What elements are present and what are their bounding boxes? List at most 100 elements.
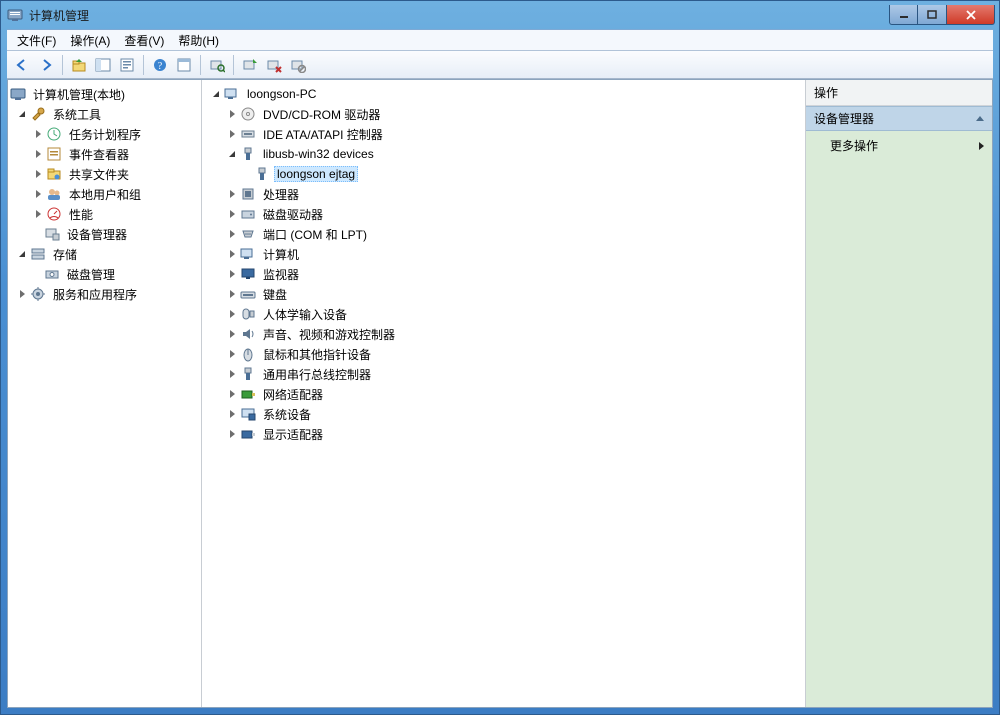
expander-icon[interactable]: [226, 388, 238, 400]
dev-libusb[interactable]: libusb-win32 devices: [202, 144, 805, 164]
forward-button[interactable]: [35, 54, 57, 76]
tree-root[interactable]: 计算机管理(本地): [8, 84, 201, 104]
expander-icon[interactable]: [226, 248, 238, 260]
expander-icon[interactable]: [226, 348, 238, 360]
close-button[interactable]: [947, 5, 995, 25]
disable-button[interactable]: [287, 54, 309, 76]
expander-icon[interactable]: [32, 148, 44, 160]
expander-icon[interactable]: [226, 208, 238, 220]
dev-hid[interactable]: 人体学输入设备: [202, 304, 805, 324]
properties-button[interactable]: [116, 54, 138, 76]
submenu-arrow-icon: [979, 142, 984, 150]
dev-mouse[interactable]: 鼠标和其他指针设备: [202, 344, 805, 364]
scan-hardware-button[interactable]: [206, 54, 228, 76]
actions-header: 操作: [806, 80, 992, 106]
menu-action[interactable]: 操作(A): [64, 30, 116, 51]
dev-monitor[interactable]: 监视器: [202, 264, 805, 284]
menu-file[interactable]: 文件(F): [11, 30, 62, 51]
dev-ide[interactable]: IDE ATA/ATAPI 控制器: [202, 124, 805, 144]
tree-system-tools[interactable]: 系统工具: [8, 104, 201, 124]
console-tree[interactable]: 计算机管理(本地) 系统工具 任务计划程序 事件查看器 共享文件夹: [8, 80, 202, 707]
expander-icon[interactable]: [226, 128, 238, 140]
menu-help[interactable]: 帮助(H): [172, 30, 225, 51]
display-adapter-icon: [240, 426, 256, 442]
tree-task-scheduler[interactable]: 任务计划程序: [8, 124, 201, 144]
tree-storage[interactable]: 存储: [8, 244, 201, 264]
expander-icon[interactable]: [210, 88, 222, 100]
expander-icon[interactable]: [226, 308, 238, 320]
dev-display[interactable]: 显示适配器: [202, 424, 805, 444]
tree-label: loongson ejtag: [274, 166, 358, 182]
view-button[interactable]: [173, 54, 195, 76]
expander-icon[interactable]: [16, 288, 28, 300]
expander-icon[interactable]: [226, 428, 238, 440]
dev-computer[interactable]: 计算机: [202, 244, 805, 264]
window-title: 计算机管理: [29, 7, 89, 24]
expander-icon[interactable]: [226, 328, 238, 340]
tree-label: 本地用户和组: [66, 185, 144, 204]
tree-event-viewer[interactable]: 事件查看器: [8, 144, 201, 164]
show-hide-tree-button[interactable]: [92, 54, 114, 76]
dev-dvd[interactable]: DVD/CD-ROM 驱动器: [202, 104, 805, 124]
services-icon: [30, 286, 46, 302]
dev-root[interactable]: loongson-PC: [202, 84, 805, 104]
computer-mgmt-icon: [10, 86, 26, 102]
device-tree[interactable]: loongson-PC DVD/CD-ROM 驱动器 IDE ATA/ATAPI…: [202, 80, 806, 707]
expander-icon[interactable]: [226, 188, 238, 200]
device-mgr-icon: [44, 226, 60, 242]
more-actions[interactable]: 更多操作: [806, 131, 992, 160]
computer-icon: [240, 246, 256, 262]
tree-services-apps[interactable]: 服务和应用程序: [8, 284, 201, 304]
expander-icon[interactable]: [226, 108, 238, 120]
tree-disk-management[interactable]: 磁盘管理: [8, 264, 201, 284]
menu-view[interactable]: 查看(V): [118, 30, 170, 51]
expander-icon[interactable]: [226, 228, 238, 240]
help-button[interactable]: ?: [149, 54, 171, 76]
actions-section[interactable]: 设备管理器: [806, 106, 992, 131]
dev-audio[interactable]: 声音、视频和游戏控制器: [202, 324, 805, 344]
dev-usb[interactable]: 通用串行总线控制器: [202, 364, 805, 384]
dev-cpu[interactable]: 处理器: [202, 184, 805, 204]
toolbar: ?: [7, 51, 993, 79]
expander-icon[interactable]: [226, 408, 238, 420]
expander-icon[interactable]: [226, 268, 238, 280]
back-button[interactable]: [11, 54, 33, 76]
expander-icon[interactable]: [16, 108, 28, 120]
dev-disk[interactable]: 磁盘驱动器: [202, 204, 805, 224]
dev-net[interactable]: 网络适配器: [202, 384, 805, 404]
disk-icon: [240, 206, 256, 222]
toolbar-separator: [143, 55, 144, 75]
usb-icon: [254, 166, 270, 182]
tree-label: 共享文件夹: [66, 165, 132, 184]
tree-label: 键盘: [260, 285, 290, 304]
expander-icon[interactable]: [226, 288, 238, 300]
up-button[interactable]: [68, 54, 90, 76]
expander-icon[interactable]: [32, 188, 44, 200]
expander-icon[interactable]: [226, 368, 238, 380]
tree-label: 声音、视频和游戏控制器: [260, 325, 398, 344]
titlebar: 计算机管理: [1, 1, 999, 29]
tree-label: 人体学输入设备: [260, 305, 350, 324]
cpu-icon: [240, 186, 256, 202]
maximize-button[interactable]: [918, 5, 947, 25]
update-driver-button[interactable]: [239, 54, 261, 76]
expander-icon[interactable]: [32, 128, 44, 140]
tree-shared-folders[interactable]: 共享文件夹: [8, 164, 201, 184]
sysdev-icon: [240, 406, 256, 422]
dev-ports[interactable]: 端口 (COM 和 LPT): [202, 224, 805, 244]
actions-section-label: 设备管理器: [814, 110, 874, 127]
tree-device-manager[interactable]: 设备管理器: [8, 224, 201, 244]
tree-label: DVD/CD-ROM 驱动器: [260, 105, 383, 124]
tree-local-users[interactable]: 本地用户和组: [8, 184, 201, 204]
dev-sysdev[interactable]: 系统设备: [202, 404, 805, 424]
expander-icon[interactable]: [226, 148, 238, 160]
tree-label: 系统设备: [260, 405, 314, 424]
uninstall-button[interactable]: [263, 54, 285, 76]
dev-ejtag[interactable]: loongson ejtag: [202, 164, 805, 184]
minimize-button[interactable]: [889, 5, 918, 25]
expander-icon[interactable]: [32, 208, 44, 220]
expander-icon[interactable]: [32, 168, 44, 180]
expander-icon[interactable]: [16, 248, 28, 260]
tree-performance[interactable]: 性能: [8, 204, 201, 224]
dev-keyboard[interactable]: 键盘: [202, 284, 805, 304]
